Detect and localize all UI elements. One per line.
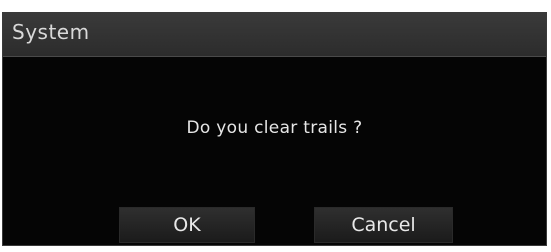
cancel-button[interactable]: Cancel (314, 207, 453, 243)
ok-button[interactable]: OK (119, 207, 255, 243)
dialog-message: Do you clear trails ? (186, 118, 363, 138)
confirm-dialog: System Do you clear trails ? OK Cancel (2, 12, 547, 246)
dialog-titlebar: System (3, 13, 546, 57)
dialog-title: System (12, 20, 90, 44)
